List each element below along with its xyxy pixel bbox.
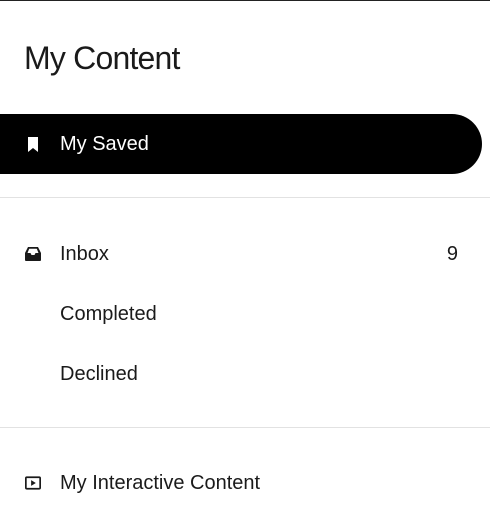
page-title: My Content xyxy=(24,40,180,76)
nav-item-my-interactive-content[interactable]: My Interactive Content xyxy=(0,453,490,513)
nav-item-my-saved[interactable]: My Saved xyxy=(0,114,482,174)
nav-item-label: Completed xyxy=(60,302,157,325)
divider xyxy=(0,427,490,428)
nav-item-label: Inbox xyxy=(60,242,109,265)
play-icon xyxy=(25,475,41,491)
my-content-panel: My Content My Saved Inbox 9 Completed De… xyxy=(0,0,490,518)
nav-item-label: Declined xyxy=(60,362,138,385)
divider xyxy=(0,197,490,198)
nav-item-declined[interactable]: Declined xyxy=(0,344,490,404)
nav-item-inbox[interactable]: Inbox 9 xyxy=(0,224,490,284)
bookmark-icon xyxy=(25,136,41,152)
nav-item-completed[interactable]: Completed xyxy=(0,284,490,344)
nav-item-label: My Saved xyxy=(60,132,149,155)
nav-item-label: My Interactive Content xyxy=(60,471,261,494)
inbox-count-badge: 9 xyxy=(446,242,458,265)
inbox-icon xyxy=(25,246,41,262)
